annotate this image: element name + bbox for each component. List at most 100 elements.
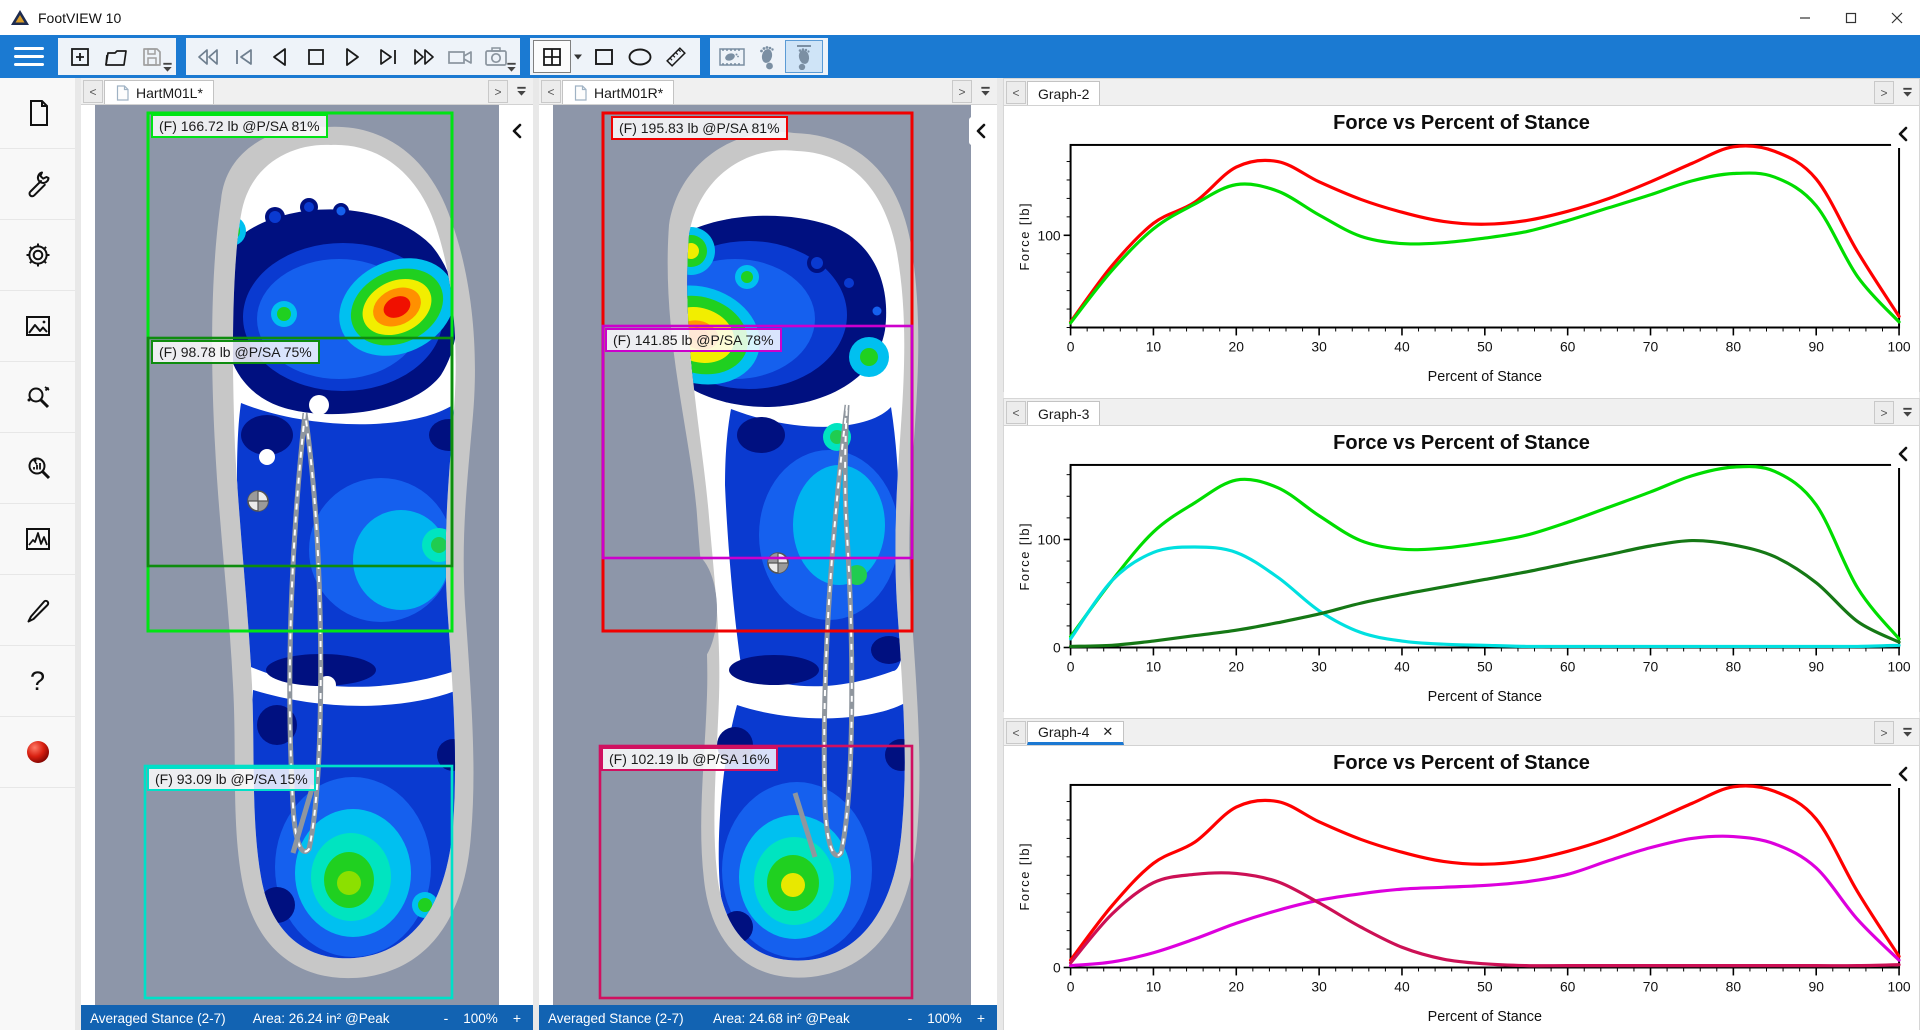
- maximize-button[interactable]: [1828, 0, 1874, 35]
- close-tab-button[interactable]: ✕: [1102, 724, 1113, 740]
- maximize-icon: [1845, 12, 1857, 24]
- right-footprint-icon: [756, 44, 780, 70]
- sidebar-item-document[interactable]: [0, 78, 75, 149]
- tab-menu-button[interactable]: [1895, 399, 1919, 425]
- collapse-panel-button[interactable]: [1891, 120, 1915, 148]
- record-video-button[interactable]: [442, 41, 478, 72]
- tab-menu-button[interactable]: [1895, 79, 1919, 105]
- stop-button[interactable]: [298, 41, 334, 72]
- tab-scroll-right-button[interactable]: >: [1874, 401, 1894, 424]
- right-foot-pressure-view[interactable]: (F) 195.83 lb @P/SA 81% (F) 141.85 lb @P…: [539, 105, 997, 1005]
- play-button[interactable]: [334, 41, 370, 72]
- draw-ellipse-button[interactable]: [622, 41, 658, 72]
- collapse-panel-button[interactable]: [505, 117, 529, 145]
- cop-marker: [768, 553, 788, 573]
- close-button[interactable]: [1874, 0, 1920, 35]
- tab-scroll-left-button[interactable]: <: [83, 80, 103, 103]
- zoom-out-button[interactable]: -: [442, 1010, 451, 1026]
- tab-menu-button[interactable]: [973, 78, 997, 104]
- fast-forward-button[interactable]: [406, 41, 442, 72]
- left-foot-heatmap[interactable]: [81, 105, 533, 1005]
- grid-layout-more-button[interactable]: [570, 41, 586, 72]
- sidebar-item-settings[interactable]: [0, 220, 75, 291]
- rewind-button[interactable]: [190, 41, 226, 72]
- tab-menu-icon: [515, 85, 528, 98]
- tab-scroll-left-button[interactable]: <: [1006, 721, 1026, 744]
- tabstrip-spacer: [1124, 719, 1872, 745]
- svg-text:80: 80: [1725, 658, 1741, 674]
- force-vs-stance-chart-lr[interactable]: 0102030405060708090100100Percent of Stan…: [1013, 137, 1911, 391]
- add-measurement-icon: [68, 45, 92, 69]
- tab-graph-4[interactable]: Graph-4 ✕: [1027, 721, 1124, 745]
- tab-scroll-left-button[interactable]: <: [1006, 81, 1026, 104]
- svg-text:0: 0: [1066, 338, 1074, 354]
- sidebar-item-gait-analysis[interactable]: [0, 433, 75, 504]
- zoom-out-button[interactable]: -: [906, 1010, 915, 1026]
- sidebar-item-image[interactable]: [0, 291, 75, 362]
- stance-label: Averaged Stance (2-7): [548, 1011, 684, 1026]
- step-back-button[interactable]: [262, 41, 298, 72]
- grid-layout-button[interactable]: [534, 41, 570, 72]
- tab-graph-2[interactable]: Graph-2: [1027, 81, 1100, 105]
- draw-rectangle-button[interactable]: [586, 41, 622, 72]
- left-foot-pressure-view[interactable]: (F) 166.72 lb @P/SA 81% (F) 98.78 lb @P/…: [81, 105, 533, 1005]
- tab-graph-3[interactable]: Graph-3: [1027, 401, 1100, 425]
- zoom-level: 100%: [927, 1011, 962, 1026]
- svg-text:30: 30: [1311, 978, 1327, 994]
- tab-scroll-left-button[interactable]: <: [541, 80, 561, 103]
- minimize-button[interactable]: [1782, 0, 1828, 35]
- zoom-in-button[interactable]: +: [511, 1010, 523, 1026]
- cop-marker: [248, 491, 268, 511]
- sidebar-item-inspect[interactable]: [0, 362, 75, 433]
- tab-hartm01r[interactable]: HartM01R*: [562, 80, 674, 104]
- svg-text:90: 90: [1808, 658, 1824, 674]
- tab-menu-icon: [979, 85, 992, 98]
- sidebar-item-tools[interactable]: [0, 149, 75, 220]
- collapse-panel-button[interactable]: [969, 117, 993, 145]
- gait-film-button[interactable]: [714, 41, 750, 72]
- sidebar-item-record[interactable]: [0, 717, 75, 788]
- tab-menu-button[interactable]: [509, 78, 533, 104]
- svg-text:10: 10: [1145, 338, 1161, 354]
- tab-scroll-left-button[interactable]: <: [1006, 401, 1026, 424]
- svg-text:50: 50: [1477, 978, 1493, 994]
- rectangle-tool-icon: [592, 45, 616, 69]
- tab-menu-button[interactable]: [1895, 719, 1919, 745]
- left-heel-region-label: (F) 93.09 lb @P/SA 15%: [147, 767, 316, 791]
- go-to-end-button[interactable]: [370, 41, 406, 72]
- tab-scroll-right-button[interactable]: >: [488, 80, 508, 103]
- tab-scroll-right-button[interactable]: >: [1874, 81, 1894, 104]
- svg-text:Percent of Stance: Percent of Stance: [1427, 1009, 1541, 1025]
- stance-label: Averaged Stance (2-7): [90, 1011, 226, 1026]
- sidebar-item-annotate[interactable]: [0, 575, 75, 646]
- app-logo-icon: [10, 9, 30, 27]
- playback-more-button[interactable]: [505, 61, 518, 74]
- chart-title: Force vs Percent of Stance: [1004, 432, 1919, 455]
- measure-ruler-button[interactable]: [658, 41, 694, 72]
- collapse-panel-button[interactable]: [1891, 760, 1915, 788]
- video-camera-icon: [446, 46, 474, 68]
- svg-text:40: 40: [1394, 338, 1410, 354]
- go-to-start-button[interactable]: [226, 41, 262, 72]
- collapse-panel-button[interactable]: [1891, 440, 1915, 468]
- left-foot-tool-button[interactable]: [786, 41, 822, 72]
- file-more-button[interactable]: [161, 61, 174, 74]
- tab-scroll-right-button[interactable]: >: [1874, 721, 1894, 744]
- svg-text:0: 0: [1052, 959, 1060, 975]
- step-back-icon: [269, 46, 291, 68]
- zoom-in-button[interactable]: +: [975, 1010, 987, 1026]
- force-vs-stance-chart-right-regions[interactable]: 01020304050607080901000Percent of Stance…: [1013, 777, 1911, 1030]
- right-foot-tool-button[interactable]: [750, 41, 786, 72]
- add-measurement-button[interactable]: [62, 41, 98, 72]
- open-file-button[interactable]: [98, 41, 134, 72]
- tab-label: Graph-3: [1038, 406, 1089, 422]
- tab-scroll-right-button[interactable]: >: [952, 80, 972, 103]
- grid-layout-icon: [540, 45, 564, 69]
- force-vs-stance-chart-left-regions[interactable]: 01020304050607080901000100Percent of Sta…: [1013, 457, 1911, 711]
- sidebar-item-help[interactable]: ?: [0, 646, 75, 717]
- tab-hartm01l[interactable]: HartM01L*: [104, 80, 214, 104]
- menu-button[interactable]: [0, 35, 58, 78]
- right-foot-heatmap[interactable]: [539, 105, 997, 1005]
- svg-text:30: 30: [1311, 338, 1327, 354]
- sidebar-item-graph[interactable]: [0, 504, 75, 575]
